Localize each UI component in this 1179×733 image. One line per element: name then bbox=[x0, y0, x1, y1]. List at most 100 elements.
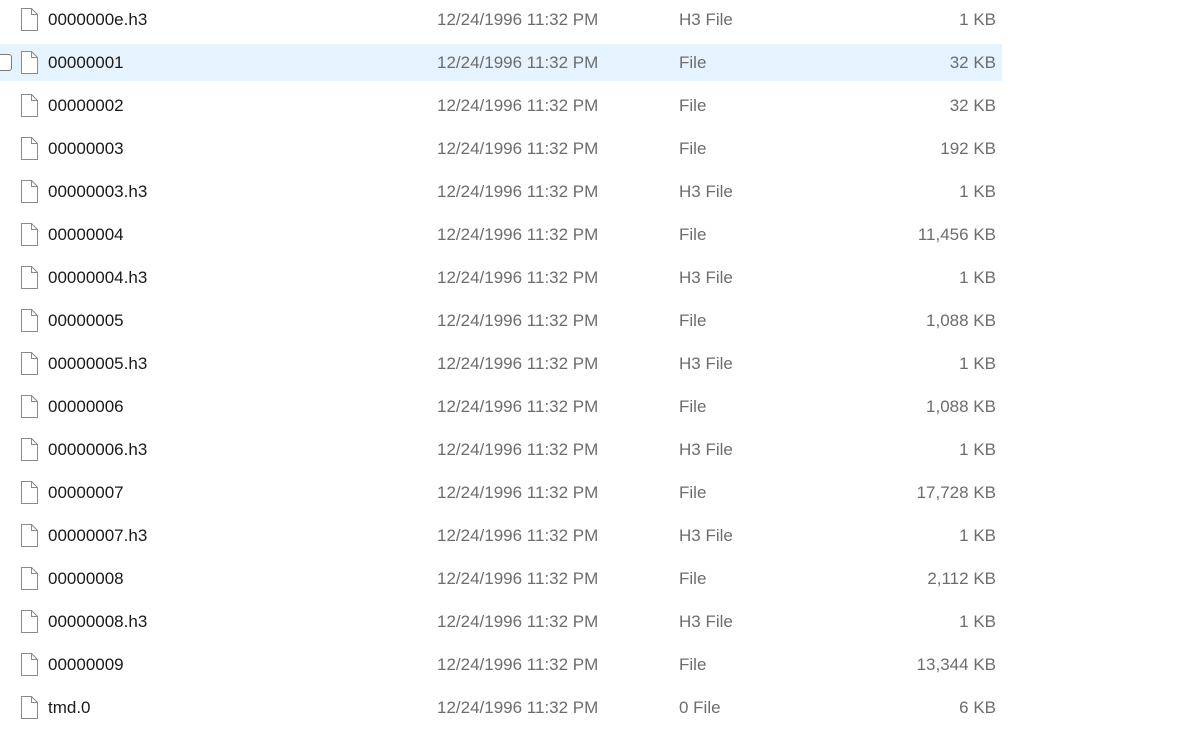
file-type: H3 File bbox=[679, 354, 733, 373]
file-size: 2,112 KB bbox=[927, 569, 996, 588]
file-row[interactable]: 00000008 12/24/1996 11:32 PM File 2,112 … bbox=[0, 560, 1002, 597]
file-name[interactable]: 00000006.h3 bbox=[48, 431, 147, 468]
file-name[interactable]: 00000006 bbox=[48, 388, 124, 425]
file-name[interactable]: 00000003 bbox=[48, 130, 124, 167]
file-size: 13,344 KB bbox=[916, 655, 996, 674]
file-name[interactable]: 0000000e.h3 bbox=[48, 1, 147, 38]
file-size: 192 KB bbox=[940, 139, 996, 158]
file-name[interactable]: 00000002 bbox=[48, 87, 124, 124]
file-size: 1 KB bbox=[959, 268, 996, 287]
file-size: 6 KB bbox=[959, 698, 996, 717]
blank-file-icon bbox=[20, 352, 38, 375]
file-type: H3 File bbox=[679, 182, 733, 201]
file-type: File bbox=[679, 53, 707, 72]
blank-file-icon bbox=[20, 567, 38, 590]
file-row[interactable]: 00000007.h3 12/24/1996 11:32 PM H3 File … bbox=[0, 517, 1002, 554]
file-date-modified: 12/24/1996 11:32 PM bbox=[437, 655, 599, 674]
file-size: 32 KB bbox=[949, 53, 996, 72]
blank-file-icon bbox=[20, 8, 38, 31]
blank-file-icon bbox=[20, 266, 38, 289]
file-row[interactable]: 00000001 12/24/1996 11:32 PM File 32 KB bbox=[0, 44, 1002, 81]
file-name[interactable]: tmd.0 bbox=[48, 689, 91, 726]
file-row[interactable]: 0000000e.h3 12/24/1996 11:32 PM H3 File … bbox=[0, 1, 1002, 38]
file-type: File bbox=[679, 569, 707, 588]
file-date-modified: 12/24/1996 11:32 PM bbox=[437, 53, 599, 72]
file-list: 0000000e.h3 12/24/1996 11:32 PM H3 File … bbox=[0, 0, 1179, 733]
file-date-modified: 12/24/1996 11:32 PM bbox=[437, 569, 599, 588]
file-date-modified: 12/24/1996 11:32 PM bbox=[437, 397, 599, 416]
file-type: H3 File bbox=[679, 440, 733, 459]
file-name[interactable]: 00000008.h3 bbox=[48, 603, 147, 640]
file-type: H3 File bbox=[679, 526, 733, 545]
file-date-modified: 12/24/1996 11:32 PM bbox=[437, 698, 599, 717]
file-type: File bbox=[679, 311, 707, 330]
blank-file-icon bbox=[20, 94, 38, 117]
blank-file-icon bbox=[20, 696, 38, 719]
file-date-modified: 12/24/1996 11:32 PM bbox=[437, 225, 599, 244]
row-checkbox[interactable] bbox=[0, 54, 12, 71]
file-date-modified: 12/24/1996 11:32 PM bbox=[437, 483, 599, 502]
file-type: H3 File bbox=[679, 612, 733, 631]
file-date-modified: 12/24/1996 11:32 PM bbox=[437, 96, 599, 115]
file-size: 11,456 KB bbox=[917, 225, 996, 244]
file-name[interactable]: 00000003.h3 bbox=[48, 173, 147, 210]
file-date-modified: 12/24/1996 11:32 PM bbox=[437, 311, 599, 330]
blank-file-icon bbox=[20, 481, 38, 504]
file-size: 1 KB bbox=[959, 182, 996, 201]
file-type: H3 File bbox=[679, 268, 733, 287]
blank-file-icon bbox=[20, 180, 38, 203]
file-row[interactable]: 00000006 12/24/1996 11:32 PM File 1,088 … bbox=[0, 388, 1002, 425]
file-row[interactable]: 00000003.h3 12/24/1996 11:32 PM H3 File … bbox=[0, 173, 1002, 210]
file-size: 1 KB bbox=[959, 354, 996, 373]
file-name[interactable]: 00000009 bbox=[48, 646, 124, 683]
blank-file-icon bbox=[20, 653, 38, 676]
file-name[interactable]: 00000005.h3 bbox=[48, 345, 147, 382]
file-type: File bbox=[679, 139, 707, 158]
blank-file-icon bbox=[20, 395, 38, 418]
file-date-modified: 12/24/1996 11:32 PM bbox=[437, 354, 599, 373]
file-date-modified: 12/24/1996 11:32 PM bbox=[437, 10, 599, 29]
file-date-modified: 12/24/1996 11:32 PM bbox=[437, 612, 599, 631]
file-type: 0 File bbox=[679, 698, 721, 717]
file-size: 1 KB bbox=[959, 10, 996, 29]
file-type: File bbox=[679, 225, 707, 244]
file-name[interactable]: 00000008 bbox=[48, 560, 124, 597]
blank-file-icon bbox=[20, 438, 38, 461]
file-row[interactable]: 00000007 12/24/1996 11:32 PM File 17,728… bbox=[0, 474, 1002, 511]
file-size: 1 KB bbox=[959, 612, 996, 631]
file-date-modified: 12/24/1996 11:32 PM bbox=[437, 182, 599, 201]
file-type: File bbox=[679, 397, 707, 416]
file-name[interactable]: 00000005 bbox=[48, 302, 124, 339]
file-name[interactable]: 00000004 bbox=[48, 216, 124, 253]
file-date-modified: 12/24/1996 11:32 PM bbox=[437, 526, 599, 545]
file-name[interactable]: 00000007.h3 bbox=[48, 517, 147, 554]
blank-file-icon bbox=[20, 137, 38, 160]
file-row[interactable]: 00000005 12/24/1996 11:32 PM File 1,088 … bbox=[0, 302, 1002, 339]
file-date-modified: 12/24/1996 11:32 PM bbox=[437, 268, 599, 287]
file-row[interactable]: 00000008.h3 12/24/1996 11:32 PM H3 File … bbox=[0, 603, 1002, 640]
file-row[interactable]: 00000006.h3 12/24/1996 11:32 PM H3 File … bbox=[0, 431, 1002, 468]
file-name[interactable]: 00000007 bbox=[48, 474, 124, 511]
file-row[interactable]: tmd.0 12/24/1996 11:32 PM 0 File 6 KB bbox=[0, 689, 1002, 726]
file-row[interactable]: 00000005.h3 12/24/1996 11:32 PM H3 File … bbox=[0, 345, 1002, 382]
blank-file-icon bbox=[20, 610, 38, 633]
file-type: File bbox=[679, 96, 707, 115]
file-type: H3 File bbox=[679, 10, 733, 29]
file-row[interactable]: 00000009 12/24/1996 11:32 PM File 13,344… bbox=[0, 646, 1002, 683]
file-size: 1 KB bbox=[959, 440, 996, 459]
blank-file-icon bbox=[20, 51, 38, 74]
file-name[interactable]: 00000001 bbox=[48, 44, 124, 81]
file-size: 1,088 KB bbox=[926, 397, 996, 416]
file-name[interactable]: 00000004.h3 bbox=[48, 259, 147, 296]
file-size: 1 KB bbox=[959, 526, 996, 545]
file-type: File bbox=[679, 483, 707, 502]
blank-file-icon bbox=[20, 223, 38, 246]
file-date-modified: 12/24/1996 11:32 PM bbox=[437, 139, 599, 158]
file-row[interactable]: 00000003 12/24/1996 11:32 PM File 192 KB bbox=[0, 130, 1002, 167]
file-row[interactable]: 00000004 12/24/1996 11:32 PM File 11,456… bbox=[0, 216, 1002, 253]
file-size: 1,088 KB bbox=[926, 311, 996, 330]
file-row[interactable]: 00000002 12/24/1996 11:32 PM File 32 KB bbox=[0, 87, 1002, 124]
blank-file-icon bbox=[20, 524, 38, 547]
file-row[interactable]: 00000004.h3 12/24/1996 11:32 PM H3 File … bbox=[0, 259, 1002, 296]
file-date-modified: 12/24/1996 11:32 PM bbox=[437, 440, 599, 459]
